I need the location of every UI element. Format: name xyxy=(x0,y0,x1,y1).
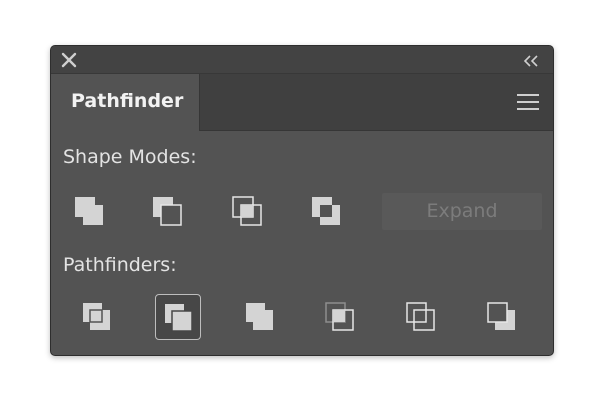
trim-icon xyxy=(165,304,193,332)
panel-tab-bar: Pathfinder xyxy=(51,74,553,131)
outline-icon xyxy=(406,302,435,331)
minus-front-button[interactable] xyxy=(145,189,191,235)
minus-back-icon xyxy=(487,302,515,330)
pathfinders-label: Pathfinders: xyxy=(63,254,177,276)
intersect-icon xyxy=(232,196,262,226)
panel-titlebar xyxy=(51,46,553,74)
minus-front-icon xyxy=(153,197,182,226)
merge-icon xyxy=(246,303,273,330)
hamburger-menu-icon[interactable] xyxy=(517,94,539,110)
unite-button[interactable] xyxy=(67,189,113,235)
divide-button[interactable] xyxy=(74,294,120,340)
close-icon[interactable] xyxy=(61,52,77,68)
outline-button[interactable] xyxy=(398,294,444,340)
crop-button[interactable] xyxy=(317,294,363,340)
crop-icon xyxy=(325,302,354,331)
tab-bar-empty-area xyxy=(199,74,553,131)
exclude-button[interactable] xyxy=(304,189,350,235)
double-chevron-left-icon[interactable] xyxy=(523,53,539,67)
expand-button: Expand xyxy=(382,193,542,230)
pathfinder-panel: Pathfinder Shape Modes: Expand Pathfinde… xyxy=(50,45,554,356)
merge-button[interactable] xyxy=(237,294,283,340)
minus-back-button[interactable] xyxy=(479,294,525,340)
tab-pathfinder[interactable]: Pathfinder xyxy=(51,74,199,131)
intersect-button[interactable] xyxy=(225,189,271,235)
exclude-icon xyxy=(312,197,340,225)
trim-button[interactable] xyxy=(155,294,201,340)
shape-modes-label: Shape Modes: xyxy=(63,146,197,168)
divide-icon xyxy=(83,303,110,330)
unite-icon xyxy=(75,197,103,225)
